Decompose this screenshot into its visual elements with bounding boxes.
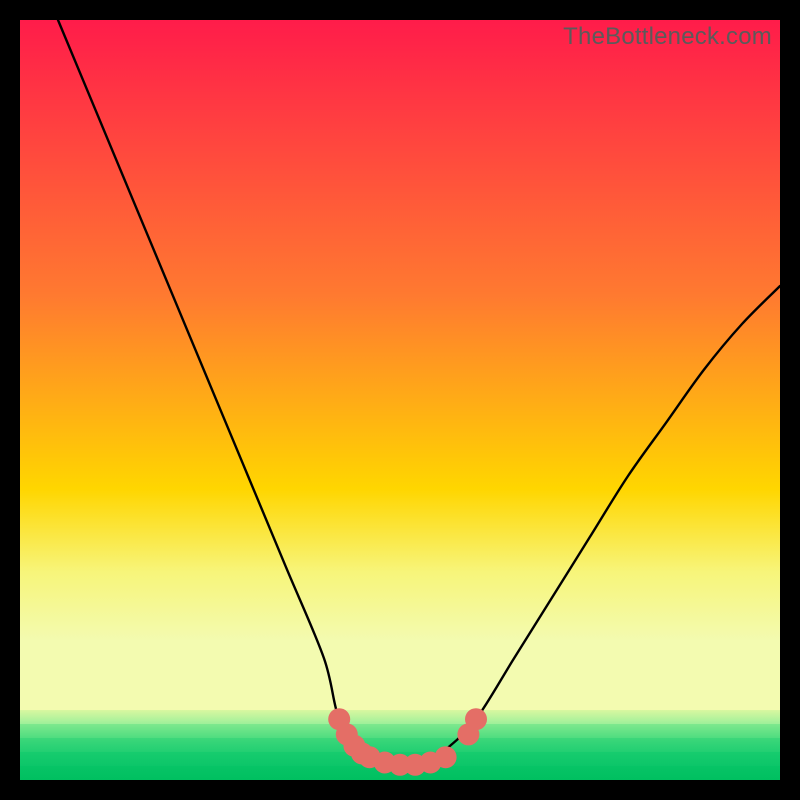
chart-plot: [20, 20, 780, 780]
curve-markers: [328, 708, 487, 776]
marker-dot: [435, 746, 457, 768]
marker-dot: [465, 708, 487, 730]
chart-frame: TheBottleneck.com: [20, 20, 780, 780]
bottleneck-curve: [58, 20, 780, 766]
watermark-text: TheBottleneck.com: [563, 23, 772, 51]
